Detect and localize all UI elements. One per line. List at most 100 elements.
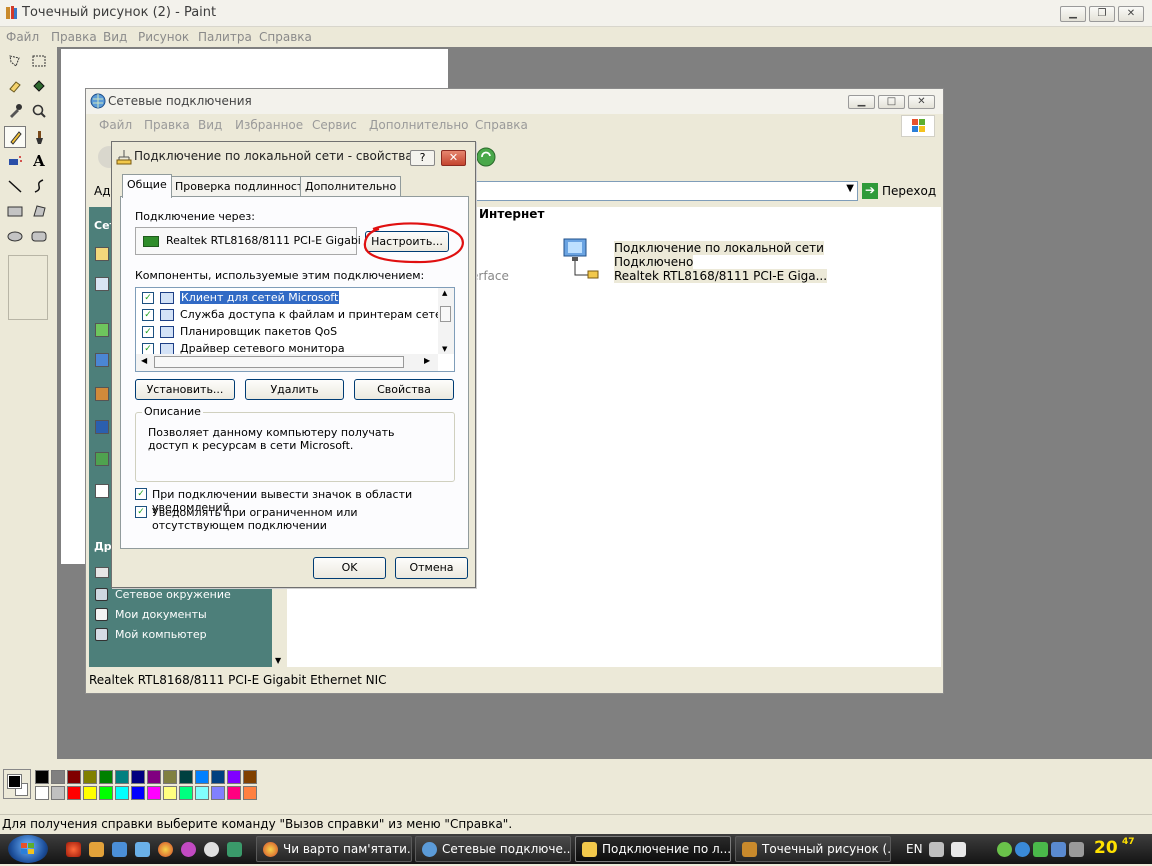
palette-color-swatch[interactable]	[227, 786, 241, 800]
task-link-icon[interactable]	[95, 567, 109, 578]
component-checkbox[interactable]: ✓	[142, 308, 154, 321]
notify-checkbox[interactable]: ✓	[135, 506, 147, 518]
line-tool[interactable]	[4, 175, 26, 197]
keyboard-icon[interactable]	[929, 842, 944, 857]
rectangle-tool[interactable]	[4, 200, 26, 222]
text-tool[interactable]: A	[28, 150, 50, 172]
menu-view[interactable]: Вид	[103, 27, 127, 47]
palette-color-swatch[interactable]	[243, 770, 257, 784]
volume-icon[interactable]	[1069, 842, 1084, 857]
link-my-computer[interactable]: Мой компьютер	[95, 628, 207, 641]
palette-color-swatch[interactable]	[67, 786, 81, 800]
scroll-left-icon[interactable]: ◀	[141, 356, 147, 365]
net-close-button[interactable]: ✕	[908, 95, 935, 109]
address-input[interactable]: ▼	[473, 181, 858, 201]
link-network-places[interactable]: Сетевое окружение	[95, 588, 231, 601]
install-button[interactable]: Установить...	[135, 379, 235, 400]
notify-option[interactable]: ✓ Уведомлять при ограниченном или отсутс…	[135, 506, 435, 532]
task-link-icon[interactable]	[95, 277, 109, 291]
tab-authentication[interactable]: Проверка подлинности	[170, 176, 316, 197]
polygon-tool[interactable]	[28, 200, 50, 222]
net-menu-file[interactable]: Файл	[99, 115, 132, 135]
tool-options-box[interactable]	[8, 255, 48, 320]
tab-advanced[interactable]: Дополнительно	[300, 176, 402, 197]
palette-color-swatch[interactable]	[131, 786, 145, 800]
palette-color-swatch[interactable]	[115, 786, 129, 800]
chevron-down-icon[interactable]: ▼	[846, 183, 854, 194]
net-menu-help[interactable]: Справка	[475, 115, 528, 135]
palette-color-swatch[interactable]	[115, 770, 129, 784]
task-link-icon[interactable]	[95, 452, 109, 466]
menu-edit[interactable]: Правка	[51, 27, 97, 47]
network-tray-icon[interactable]	[1051, 842, 1066, 857]
fill-tool[interactable]	[28, 75, 50, 97]
scroll-thumb[interactable]	[440, 306, 451, 322]
cancel-button[interactable]: Отмена	[395, 557, 468, 579]
rounded-rect-tool[interactable]	[28, 225, 50, 247]
scroll-up-icon[interactable]: ▲	[442, 289, 447, 297]
opera-icon[interactable]	[66, 842, 81, 857]
magnifier-tool[interactable]	[28, 100, 50, 122]
palette-color-swatch[interactable]	[243, 786, 257, 800]
close-button[interactable]: ✕	[1118, 6, 1144, 22]
quick-launch-icon[interactable]	[112, 842, 127, 857]
net-menu-edit[interactable]: Правка	[144, 115, 190, 135]
net-maximize-button[interactable]: □	[878, 95, 905, 109]
palette-color-swatch[interactable]	[99, 786, 113, 800]
task-link-icon[interactable]	[95, 484, 109, 498]
palette-color-swatch[interactable]	[195, 786, 209, 800]
component-checkbox[interactable]: ✓	[142, 291, 154, 304]
rect-select-tool[interactable]	[28, 50, 50, 72]
palette-color-swatch[interactable]	[211, 786, 225, 800]
help-button[interactable]: ?	[410, 150, 435, 166]
quick-launch-icon[interactable]	[89, 842, 104, 857]
scroll-thumb[interactable]	[154, 356, 404, 368]
eraser-tool[interactable]	[4, 75, 26, 97]
show-icon-checkbox[interactable]: ✓	[135, 488, 147, 500]
quick-launch-icon[interactable]	[204, 842, 219, 857]
net-menu-view[interactable]: Вид	[198, 115, 222, 135]
palette-color-swatch[interactable]	[83, 786, 97, 800]
minimize-button[interactable]: ▁	[1060, 6, 1086, 22]
folder-sync-icon[interactable]	[476, 147, 496, 167]
link-my-documents[interactable]: Мои документы	[95, 608, 207, 621]
net-menu-advanced[interactable]: Дополнительно	[369, 115, 469, 135]
help-icon[interactable]	[951, 842, 966, 857]
components-horizontal-scrollbar[interactable]: ◀ ▶	[136, 354, 438, 371]
palette-color-swatch[interactable]	[131, 770, 145, 784]
palette-color-swatch[interactable]	[179, 770, 193, 784]
palette-color-swatch[interactable]	[67, 770, 81, 784]
menu-palette[interactable]: Палитра	[198, 27, 252, 47]
chrome-icon[interactable]	[158, 842, 173, 857]
components-vertical-scrollbar[interactable]: ▲ ▼	[438, 288, 454, 354]
task-link-icon[interactable]	[95, 353, 109, 367]
palette-color-swatch[interactable]	[35, 770, 49, 784]
component-checkbox[interactable]: ✓	[142, 342, 154, 355]
palette-color-swatch[interactable]	[147, 786, 161, 800]
palette-color-swatch[interactable]	[51, 770, 65, 784]
properties-button[interactable]: Свойства	[354, 379, 454, 400]
free-select-tool[interactable]	[4, 50, 26, 72]
palette-color-swatch[interactable]	[195, 770, 209, 784]
local-area-connection-item[interactable]: Подключение по локальной сети Подключено…	[562, 237, 828, 287]
scroll-down-icon[interactable]: ▼	[275, 656, 281, 665]
menu-help[interactable]: Справка	[259, 27, 312, 47]
palette-color-swatch[interactable]	[35, 786, 49, 800]
component-item[interactable]: ✓ Служба доступа к файлам и принтерам се…	[142, 306, 454, 323]
palette-color-swatch[interactable]	[51, 786, 65, 800]
ellipse-tool[interactable]	[4, 225, 26, 247]
taskbar-item-network-connections[interactable]: Сетевые подключе...	[415, 836, 571, 862]
task-link-icon[interactable]	[95, 387, 109, 401]
scroll-right-icon[interactable]: ▶	[424, 356, 430, 365]
tray-icon[interactable]	[1033, 842, 1048, 857]
quick-launch-icon[interactable]	[135, 842, 150, 857]
palette-color-swatch[interactable]	[163, 770, 177, 784]
pencil-tool[interactable]	[4, 126, 26, 148]
component-checkbox[interactable]: ✓	[142, 325, 154, 338]
dialog-close-button[interactable]: ✕	[441, 150, 466, 166]
restore-button[interactable]: ❐	[1089, 6, 1115, 22]
quick-launch-icon[interactable]	[227, 842, 242, 857]
taskbar-item-connection-properties[interactable]: Подключение по л...	[575, 836, 731, 862]
ok-button[interactable]: OK	[313, 557, 386, 579]
brush-tool[interactable]	[28, 126, 50, 148]
